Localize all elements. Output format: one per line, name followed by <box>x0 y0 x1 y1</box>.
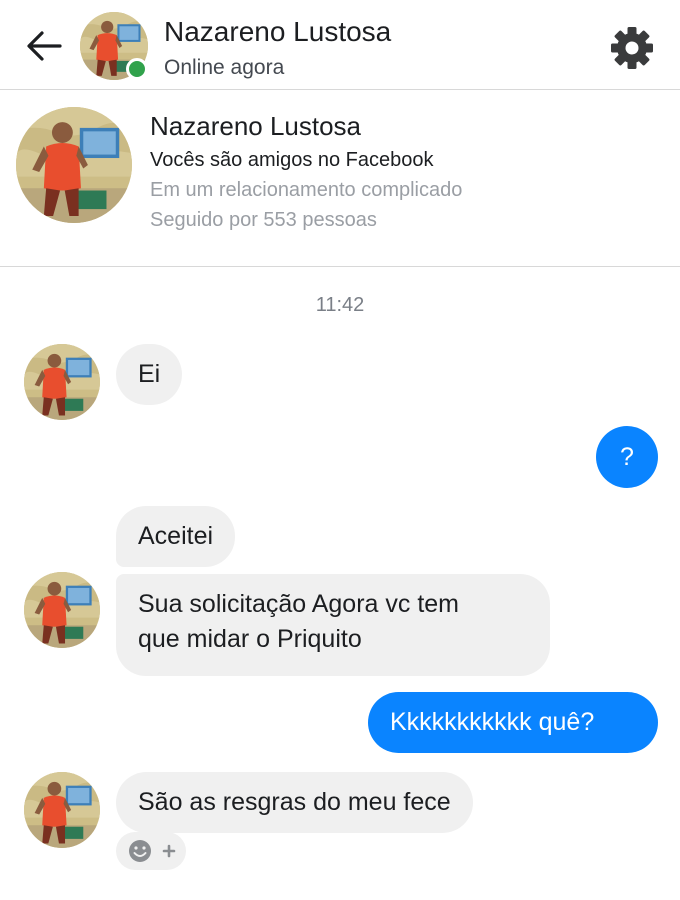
message-text-line: que midar o Priquito <box>138 625 362 653</box>
message-timestamp: 11:42 <box>315 294 365 316</box>
friendship-info: Vocês são amigos no Facebook <box>150 149 434 171</box>
message-bubble-received[interactable]: Aceitei <box>116 506 236 567</box>
profile-avatar[interactable] <box>16 107 132 223</box>
avatar-image <box>16 107 132 223</box>
message-bubble-received[interactable]: Sua solicitação Agora vc tem que midar o… <box>116 574 550 676</box>
arrow-left-icon <box>27 31 62 61</box>
message-bubble-sent[interactable]: Kkkkkkkkkkk quê? <box>368 692 658 753</box>
message-bubble-sent[interactable]: ? <box>596 426 658 488</box>
settings-button[interactable] <box>608 24 656 72</box>
sender-avatar[interactable] <box>24 572 100 648</box>
online-status: Online agora <box>164 56 285 79</box>
avatar-image <box>24 344 100 420</box>
online-indicator <box>126 58 148 80</box>
relationship-status: Em um relacionamento complicado <box>150 179 463 201</box>
message-text: ? <box>620 443 634 471</box>
profile-name[interactable]: Nazareno Lustosa <box>150 111 361 142</box>
sender-avatar[interactable] <box>24 344 100 420</box>
message-text: Ei <box>138 360 161 388</box>
message-text-line: Sua solicitação Agora vc tem <box>138 590 459 618</box>
back-button[interactable] <box>24 28 64 64</box>
avatar-image <box>24 572 100 648</box>
message-bubble-received[interactable]: Ei <box>116 344 183 405</box>
message-bubble-received[interactable]: São as resgras do meu fece <box>116 772 473 833</box>
message-text: Kkkkkkkkkkk quê? <box>390 708 595 736</box>
messenger-chat-screen: Nazareno Lustosa Online agora Nazareno L… <box>0 0 680 900</box>
sender-avatar[interactable] <box>24 772 100 848</box>
smiley-plus-icon <box>129 840 176 862</box>
followers-count: Seguido por 553 pessoas <box>150 209 377 231</box>
profile-summary: Nazareno Lustosa Vocês são amigos no Fac… <box>0 91 680 267</box>
message-text: São as resgras do meu fece <box>138 788 451 816</box>
add-reaction-button[interactable] <box>116 832 186 870</box>
chat-header: Nazareno Lustosa Online agora <box>0 0 680 90</box>
message-text: Aceitei <box>138 522 214 550</box>
gear-icon <box>611 27 653 69</box>
avatar-image <box>24 772 100 848</box>
contact-name[interactable]: Nazareno Lustosa <box>164 16 391 48</box>
